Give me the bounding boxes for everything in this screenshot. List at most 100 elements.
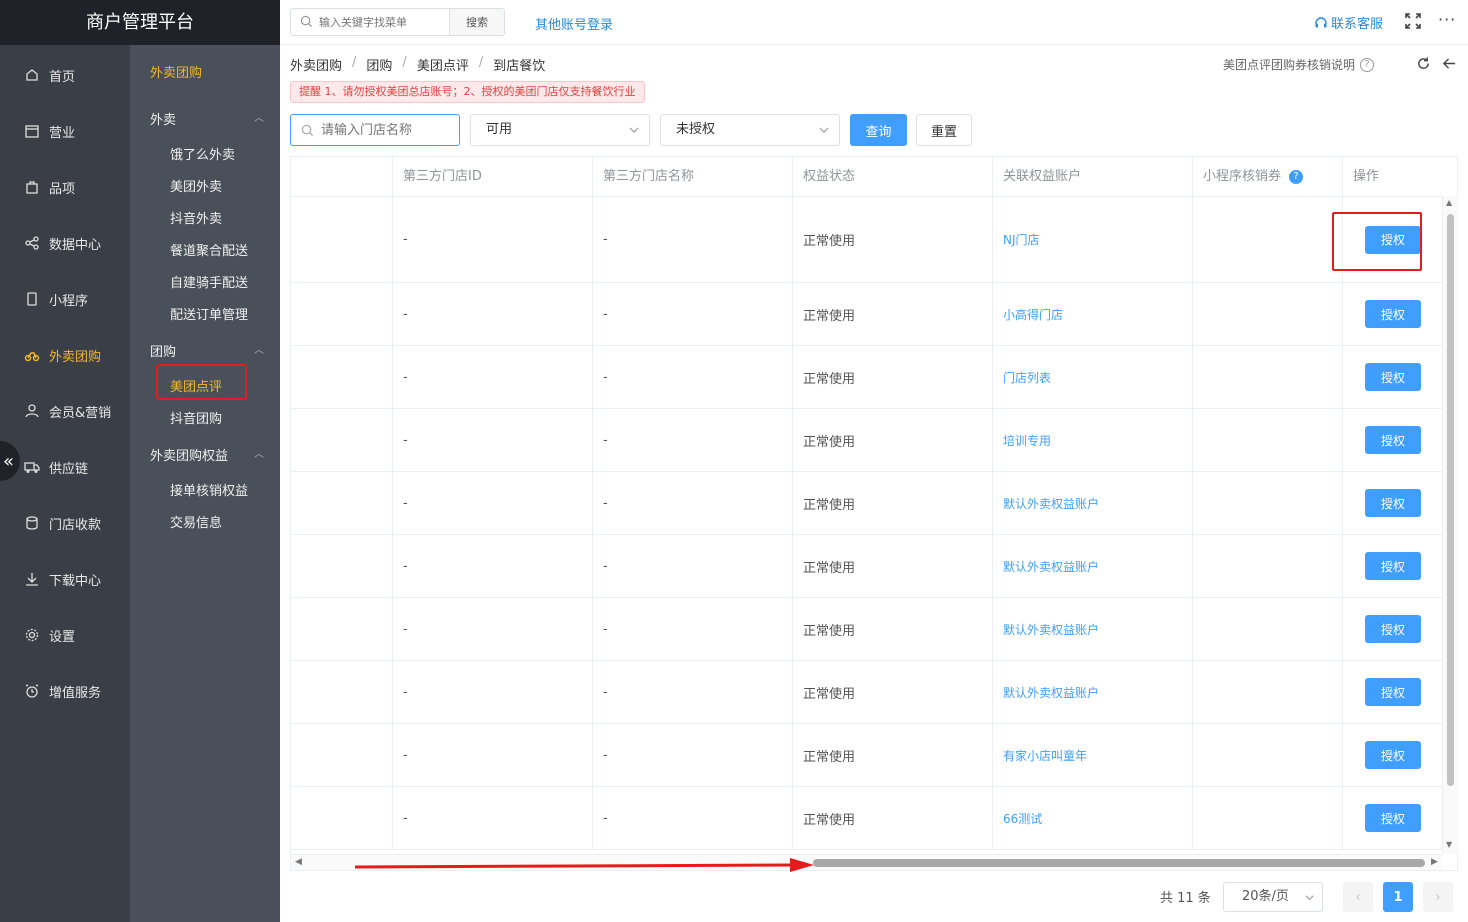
sidebar-item-0[interactable]: 首页 [0, 55, 130, 95]
table-cell[interactable]: 有家小店叫童年 [993, 724, 1193, 786]
scrollbar-thumb[interactable] [1447, 214, 1454, 786]
sidebar-item-delivery-orders[interactable]: 配送订单管理 [170, 304, 248, 323]
table-cell: - [393, 346, 593, 408]
vertical-scrollbar[interactable]: ▲ ▼ [1442, 196, 1458, 854]
sidebar-item-7[interactable]: 供应链 [0, 447, 130, 487]
sidebar-item-1[interactable]: 营业 [0, 111, 130, 151]
table-cell[interactable]: 培训专用 [993, 409, 1193, 471]
account-link[interactable]: 默认外卖权益账户 [1003, 684, 1099, 701]
refresh-icon[interactable] [1416, 56, 1431, 71]
status-select[interactable]: 可用 [470, 114, 650, 146]
scroll-left-icon[interactable]: ◀ [295, 857, 302, 867]
column-header: 权益状态 [793, 157, 993, 197]
sidebar-item-6[interactable]: 会员&营销 [0, 391, 130, 431]
account-link[interactable]: 默认外卖权益账户 [1003, 558, 1099, 575]
sidebar-item-2[interactable]: 品项 [0, 167, 130, 207]
sidebar-item-douyin-waimai[interactable]: 抖音外卖 [170, 208, 222, 227]
prev-page-button[interactable]: ‹ [1343, 882, 1373, 912]
scroll-up-icon[interactable]: ▲ [1446, 198, 1452, 207]
sidebar-item-meituan-waimai[interactable]: 美团外卖 [170, 176, 222, 195]
auth-status-select[interactable]: 未授权 [660, 114, 840, 146]
table-cell[interactable]: 门店列表 [993, 346, 1193, 408]
breadcrumb-item[interactable]: 美团点评 [417, 55, 469, 74]
sidebar-item-transactions[interactable]: 交易信息 [170, 512, 222, 531]
breadcrumb-item[interactable]: 团购 [366, 55, 392, 74]
page-size-select[interactable]: 20条/页 [1223, 882, 1323, 912]
account-link[interactable]: 默认外卖权益账户 [1003, 621, 1099, 638]
menu-search-input[interactable] [291, 9, 449, 35]
bag-icon [24, 179, 40, 195]
page-number-button[interactable]: 1 [1383, 882, 1413, 912]
menu-search-button[interactable]: 搜索 [449, 9, 504, 35]
table-cell: 授权 [1343, 787, 1443, 849]
store-name-input[interactable] [291, 115, 459, 145]
authorize-button[interactable]: 授权 [1365, 552, 1421, 580]
account-link[interactable]: 默认外卖权益账户 [1003, 495, 1099, 512]
chevron-up-icon[interactable]: ︿ [254, 341, 264, 356]
authorize-button[interactable]: 授权 [1365, 363, 1421, 391]
scroll-right-icon[interactable]: ▶ [1431, 857, 1438, 867]
table-cell [1193, 787, 1343, 849]
authorize-button[interactable]: 授权 [1365, 300, 1421, 328]
table-cell[interactable]: 默认外卖权益账户 [993, 535, 1193, 597]
account-link[interactable]: 培训专用 [1003, 432, 1051, 449]
authorize-button[interactable]: 授权 [1365, 489, 1421, 517]
authorize-button[interactable]: 授权 [1365, 615, 1421, 643]
contact-support-link[interactable]: 联系客服 [1314, 13, 1383, 32]
authorize-button[interactable]: 授权 [1365, 678, 1421, 706]
authorize-button[interactable]: 授权 [1365, 426, 1421, 454]
sidebar-item-aggregate-delivery[interactable]: 餐道聚合配送 [170, 240, 248, 259]
table-cell[interactable]: 小高得门店 [993, 283, 1193, 345]
sidebar-item-order-verify[interactable]: 接单核销权益 [170, 480, 248, 499]
table-row: - - 正常使用 小高得门店 授权 [291, 283, 1457, 346]
total-count: 共 11 条 [1160, 891, 1211, 906]
reset-button[interactable]: 重置 [916, 114, 972, 146]
sidebar-item-douyin-tuangou[interactable]: 抖音团购 [170, 408, 222, 427]
account-link[interactable]: 门店列表 [1003, 369, 1051, 386]
sidebar-item-eleme[interactable]: 饿了么外卖 [170, 144, 235, 163]
more-icon[interactable]: ··· [1438, 10, 1456, 29]
account-link[interactable]: 小高得门店 [1003, 306, 1063, 323]
other-account-login-link[interactable]: 其他账号登录 [535, 14, 613, 33]
sidebar-item-9[interactable]: 下载中心 [0, 559, 130, 599]
breadcrumb-item[interactable]: 外卖团购 [290, 55, 342, 74]
authorize-button[interactable]: 授权 [1365, 804, 1421, 832]
table-cell[interactable]: 默认外卖权益账户 [993, 598, 1193, 660]
highlight-box [156, 364, 247, 400]
authorize-button[interactable]: 授权 [1365, 741, 1421, 769]
table-cell: - [393, 409, 593, 471]
scrollbar-thumb[interactable] [813, 859, 1425, 867]
back-arrow-icon[interactable] [1442, 56, 1457, 71]
help-icon[interactable]: ? [1289, 169, 1304, 184]
sidebar-item-10[interactable]: 设置 [0, 615, 130, 655]
table-cell: 授权 [1343, 598, 1443, 660]
scroll-down-icon[interactable]: ▼ [1446, 840, 1452, 849]
cell-text: - [603, 432, 608, 448]
sidebar-item-11[interactable]: 增值服务 [0, 671, 130, 711]
chevron-up-icon[interactable]: ︿ [254, 109, 264, 124]
sidebar-item-self-rider[interactable]: 自建骑手配送 [170, 272, 248, 291]
group-tuangou[interactable]: 团购 [150, 341, 176, 360]
account-link[interactable]: NJ门店 [1003, 231, 1040, 248]
query-button[interactable]: 查询 [850, 114, 907, 146]
table-cell[interactable]: 66测试 [993, 787, 1193, 849]
table-cell[interactable]: 默认外卖权益账户 [993, 661, 1193, 723]
sidebar-item-8[interactable]: 门店收款 [0, 503, 130, 543]
table-cell: - [593, 283, 793, 345]
sidebar-item-label: 增值服务 [49, 685, 102, 701]
group-quanyi[interactable]: 外卖团购权益 [150, 445, 228, 464]
verification-explain-link[interactable]: 美团点评团购券核销说明 ? [1223, 56, 1375, 73]
chevron-up-icon[interactable]: ︿ [254, 445, 264, 460]
group-waimai[interactable]: 外卖 [150, 109, 176, 128]
sidebar-item-4[interactable]: 小程序 [0, 279, 130, 319]
account-link[interactable]: 有家小店叫童年 [1003, 747, 1087, 764]
table-cell[interactable]: 默认外卖权益账户 [993, 472, 1193, 534]
table-cell: 正常使用 [793, 535, 993, 597]
table-cell: 正常使用 [793, 724, 993, 786]
account-link[interactable]: 66测试 [1003, 810, 1042, 827]
fullscreen-icon[interactable] [1404, 12, 1422, 30]
table-cell[interactable]: NJ门店 [993, 197, 1193, 282]
next-page-button[interactable]: › [1423, 882, 1453, 912]
sidebar-item-5[interactable]: 外卖团购 [0, 335, 130, 375]
sidebar-item-3[interactable]: 数据中心 [0, 223, 130, 263]
